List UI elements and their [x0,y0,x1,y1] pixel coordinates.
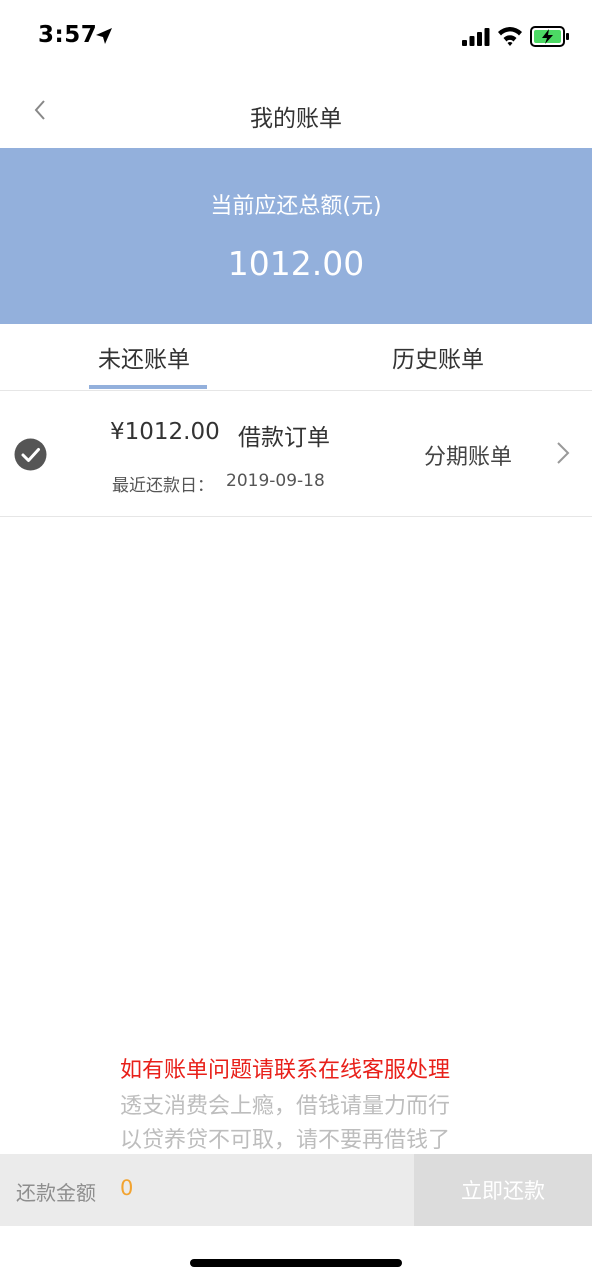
bill-amount: ¥1012.00 [110,419,220,445]
tab-unpaid-bills[interactable]: 未还账单 [98,340,190,374]
cellular-signal-icon [462,28,490,46]
warning-notice-2: 以贷养贷不可取，请不要再借钱了 [120,1128,451,1153]
active-tab-indicator [89,385,207,389]
total-due-banner: 当前应还总额(元) 1012.00 [0,148,592,324]
warning-notice-1: 透支消费会上瘾，借钱请量力而行 [120,1094,451,1119]
tab-history-bills[interactable]: 历史账单 [392,340,484,374]
installment-bill-link[interactable]: 分期账单 [424,439,512,471]
pay-now-button[interactable]: 立即还款 [414,1154,592,1226]
status-time: 3:57 [38,22,98,48]
nav-bar: 我的账单 [0,72,592,148]
payment-amount-value: 0 [120,1176,134,1200]
battery-charging-icon [530,26,569,47]
chevron-right-icon [557,442,570,464]
page-title: 我的账单 [250,106,342,132]
status-bar: 3:57 [0,0,592,72]
payment-amount-label: 还款金额 [16,1181,96,1205]
total-due-label: 当前应还总额(元) [210,194,382,219]
wifi-icon [498,27,522,46]
bill-type: 借款订单 [238,425,330,451]
customer-service-notice: 如有账单问题请联系在线客服处理 [120,1058,451,1083]
due-date-label: 最近还款日： [112,476,214,496]
bill-tabs: 未还账单 历史账单 [0,324,592,391]
total-due-amount: 1012.00 [227,244,365,283]
home-indicator [190,1259,402,1267]
due-date: 2019-09-18 [226,471,325,491]
payment-bar: 还款金额 0 立即还款 [0,1154,592,1226]
check-circle-icon[interactable] [14,438,47,471]
location-arrow-icon [96,28,112,44]
bill-list-item[interactable]: ¥1012.00 借款订单 最近还款日： 2019-09-18 分期账单 [0,391,592,517]
